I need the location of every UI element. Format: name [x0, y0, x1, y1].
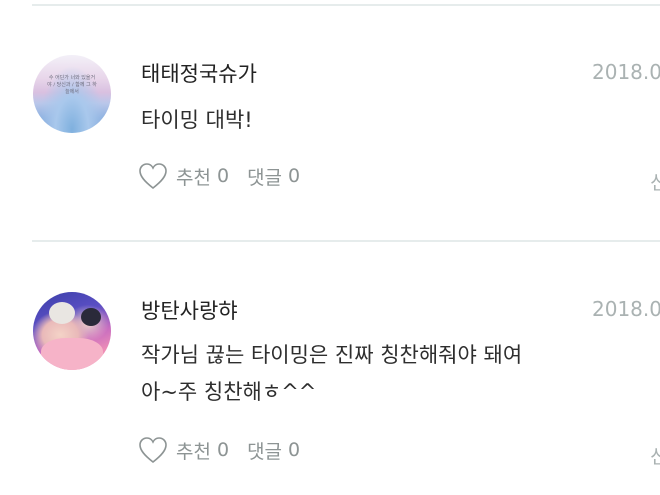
like-count: 0	[216, 439, 230, 461]
comment-divider	[32, 240, 660, 242]
comment-username[interactable]: 방탄사랑햐	[141, 295, 238, 325]
reply-button[interactable]: 댓글	[247, 163, 282, 190]
comment-date: 2018.02	[592, 60, 660, 84]
comment-username[interactable]: 태태정국슈가	[141, 58, 257, 88]
top-divider	[32, 4, 660, 6]
user-avatar[interactable]	[33, 292, 111, 370]
like-count: 0	[216, 165, 230, 187]
comment-actions: 추천 0 댓글 0	[138, 436, 318, 464]
comment-date: 2018.02	[592, 297, 660, 321]
avatar-caption: 수 어딘가 너와 있을거야 / 당신과 / 함께 그 하늘에서	[47, 75, 97, 95]
comment-text-line: 타이밍 대박!	[141, 108, 253, 132]
reply-count: 0	[288, 439, 301, 461]
reply-count: 0	[288, 165, 301, 187]
comment-actions: 추천 0 댓글 0	[138, 162, 318, 190]
user-avatar[interactable]: 수 어딘가 너와 있을거야 / 당신과 / 함께 그 하늘에서	[33, 55, 111, 133]
heart-outline-icon[interactable]	[138, 162, 168, 190]
comment-text-line: 아~주 칭찬해ㅎ^^	[141, 380, 317, 404]
reply-button[interactable]: 댓글	[247, 437, 282, 464]
like-button[interactable]: 추천	[176, 163, 211, 190]
more-button[interactable]: 신	[650, 168, 660, 195]
like-button[interactable]: 추천	[176, 437, 211, 464]
more-button[interactable]: 신	[650, 442, 660, 469]
comment-text-line: 작가님 끊는 타이밍은 진짜 칭찬해줘야 돼여	[141, 343, 523, 367]
heart-outline-icon[interactable]	[138, 436, 168, 464]
